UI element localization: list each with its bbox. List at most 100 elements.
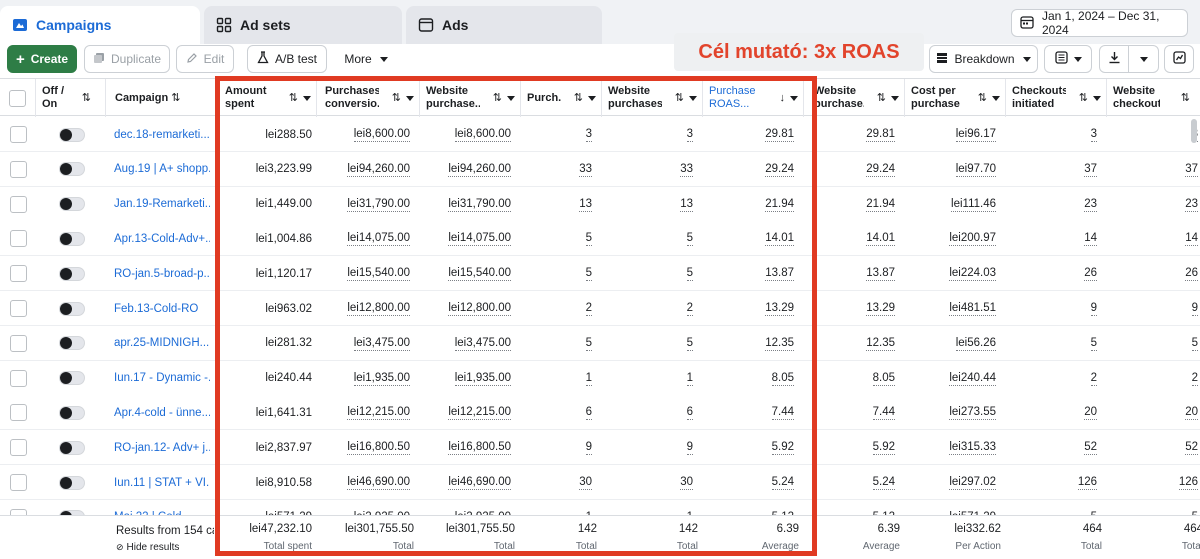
checkouts-initiated-cell-value[interactable]: 52 [1084, 440, 1097, 456]
amount-spent-cell-value[interactable]: lei240.44 [265, 371, 312, 385]
cost-per-purchase-cell-value[interactable]: lei96.17 [955, 127, 996, 142]
purchases-cell-value[interactable]: 1 [585, 371, 592, 386]
sort-icon[interactable]: ⇅ [493, 92, 502, 105]
header-select-all[interactable] [0, 79, 36, 117]
table-row[interactable]: Iun.17 - Dynamic -... lei240.44 lei1,935.0… [0, 360, 1200, 396]
purchases-conversion-cell-value[interactable]: lei94,260.00 [347, 162, 410, 177]
purchases-conversion-cell-value[interactable]: lei12,215.00 [347, 405, 410, 421]
campaign-name-link[interactable]: Jan.19-Remarketi... [114, 187, 210, 222]
chevron-down-icon[interactable] [406, 96, 414, 101]
cost-per-purchase-cell-value[interactable]: lei273.55 [949, 405, 996, 421]
website-purchase-roas-cell-value[interactable]: 5.24 [872, 475, 895, 490]
cost-per-purchase-cell-value[interactable]: lei97.70 [955, 162, 996, 177]
vertical-scrollbar[interactable] [1191, 119, 1197, 143]
website-purchase-roas-cell-value[interactable]: 21.94 [866, 197, 895, 212]
row-checkbox[interactable] [10, 195, 27, 213]
website-purchases-cell-value[interactable]: 9 [686, 440, 693, 456]
chevron-down-icon[interactable] [1093, 96, 1101, 101]
cost-per-purchase-cell-value[interactable]: lei315.33 [949, 440, 996, 456]
column-off-on[interactable]: Off / On ⇅ [36, 79, 106, 117]
campaign-name-link[interactable]: RO-jan.12- Adv+ j... [114, 430, 210, 465]
checkouts-initiated-cell-value[interactable]: 20 [1084, 405, 1097, 421]
cost-per-purchase-cell-value[interactable]: lei481.51 [949, 301, 996, 316]
sort-icon[interactable]: ⇅ [574, 92, 583, 105]
table-row[interactable]: RO-jan.12- Adv+ j... lei2,837.97 lei16,800… [0, 430, 1200, 466]
select-all-checkbox[interactable] [9, 89, 26, 107]
tab-ad-sets[interactable]: Ad sets [204, 6, 402, 44]
purchases-conversion-cell-value[interactable]: lei31,790.00 [347, 197, 410, 212]
purchase-roas-cell-value[interactable]: 14.01 [765, 231, 794, 247]
website-purchases-cell-value[interactable]: 5 [686, 336, 693, 351]
campaign-toggle[interactable] [59, 440, 85, 455]
website-purchase-roas-cell-value[interactable]: 12.35 [866, 336, 895, 351]
purchase-roas-cell-value[interactable]: 13.87 [765, 266, 794, 282]
cost-per-purchase-cell-value[interactable]: lei200.97 [949, 231, 996, 247]
chevron-down-icon[interactable] [992, 96, 1000, 101]
campaign-toggle[interactable] [59, 475, 85, 490]
website-purchases-cell-value[interactable]: 6 [686, 405, 693, 421]
website-purchase-value-cell-value[interactable]: lei1,935.00 [454, 371, 511, 386]
purchase-roas-cell-value[interactable]: 7.44 [771, 405, 794, 421]
checkouts-initiated-cell-value[interactable]: 5 [1090, 336, 1097, 351]
create-button[interactable]: + Create [7, 45, 77, 73]
checkouts-initiated-cell-value[interactable]: 14 [1084, 231, 1097, 247]
website-purchase-value-cell-value[interactable]: lei31,790.00 [448, 197, 511, 212]
row-checkbox[interactable] [10, 265, 27, 283]
table-row[interactable]: Iun.11 | STAT + VI... lei8,910.58 lei46,69… [0, 465, 1200, 500]
website-purchases-cell-value[interactable]: 13 [680, 197, 693, 212]
row-checkbox[interactable] [10, 160, 27, 178]
purchases-cell-value[interactable]: 5 [585, 266, 592, 282]
row-checkbox[interactable] [10, 439, 27, 457]
sort-icon[interactable]: ⇅ [1181, 92, 1190, 105]
purchases-conversion-cell-value[interactable]: lei12,800.00 [347, 301, 410, 316]
column-campaign[interactable]: Campaign ⇅ [106, 79, 216, 117]
website-purchases-cell-value[interactable]: 33 [680, 162, 693, 177]
column-purchase-roas[interactable]: Purchase ROAS... ↓ [703, 79, 804, 117]
amount-spent-cell-value[interactable]: lei3,223.99 [256, 162, 312, 176]
campaign-name-link[interactable]: Iun.17 - Dynamic -... [114, 361, 210, 396]
campaign-name-link[interactable]: Feb.13-Cold-RO [114, 291, 210, 326]
website-checkouts-cell-value[interactable]: 52 [1185, 440, 1198, 456]
purchases-conversion-cell-value[interactable]: lei8,600.00 [353, 127, 410, 142]
purchase-roas-cell-value[interactable]: 13.29 [765, 301, 794, 316]
chevron-down-icon[interactable] [303, 96, 311, 101]
amount-spent-cell-value[interactable]: lei8,910.58 [256, 476, 312, 490]
row-checkbox[interactable] [10, 474, 27, 491]
chevron-down-icon[interactable] [790, 96, 798, 101]
website-checkouts-cell-value[interactable]: 126 [1178, 475, 1198, 490]
purchases-cell-value[interactable]: 3 [585, 127, 592, 142]
checkouts-initiated-cell-value[interactable]: 2 [1090, 371, 1097, 386]
breakdown-button[interactable]: Breakdown [929, 45, 1038, 73]
column-website-checkouts[interactable]: Website checkout... ⇅ [1107, 79, 1200, 117]
campaign-toggle[interactable] [59, 336, 85, 351]
campaign-toggle[interactable] [59, 162, 85, 177]
website-checkouts-cell-value[interactable]: 20 [1185, 405, 1198, 421]
column-cost-per-purchase[interactable]: Cost per purchase ⇅ [905, 79, 1006, 117]
purchases-cell-value[interactable]: 30 [579, 475, 592, 490]
amount-spent-cell-value[interactable]: lei288.50 [265, 128, 312, 142]
website-purchase-value-cell-value[interactable]: lei3,475.00 [454, 336, 511, 351]
cost-per-purchase-cell-value[interactable]: lei56.26 [955, 336, 996, 351]
website-purchase-value-cell-value[interactable]: lei94,260.00 [448, 162, 511, 177]
column-checkouts-initiated[interactable]: Checkouts initiated ⇅ [1006, 79, 1107, 117]
checkouts-initiated-cell-value[interactable]: 126 [1077, 475, 1097, 490]
website-purchase-roas-cell-value[interactable]: 7.44 [872, 405, 895, 421]
sort-icon[interactable]: ⇅ [1079, 92, 1088, 105]
campaign-toggle[interactable] [59, 127, 85, 142]
campaign-toggle[interactable] [59, 231, 85, 246]
columns-button[interactable] [1044, 45, 1092, 73]
tab-campaigns[interactable]: Campaigns [0, 6, 200, 44]
duplicate-button[interactable]: Duplicate [84, 45, 170, 73]
website-purchase-value-cell-value[interactable]: lei12,800.00 [448, 301, 511, 316]
website-purchase-value-cell-value[interactable]: lei15,540.00 [448, 266, 511, 282]
column-purchases[interactable]: Purch... ⇅ [521, 79, 602, 117]
column-amount-spent[interactable]: Amount spent ⇅ [219, 79, 317, 117]
campaign-name-link[interactable]: Aug.19 | A+ shopp... [114, 152, 210, 187]
website-purchase-value-cell-value[interactable]: lei14,075.00 [448, 231, 511, 247]
row-checkbox[interactable] [10, 334, 27, 352]
website-checkouts-cell-value[interactable]: 9 [1191, 301, 1198, 316]
campaign-toggle[interactable] [59, 301, 85, 316]
purchase-roas-cell-value[interactable]: 29.24 [765, 162, 794, 177]
reports-button[interactable] [1164, 45, 1194, 73]
column-purchases-conversion-value[interactable]: Purchases conversio... ⇅ [319, 79, 420, 117]
